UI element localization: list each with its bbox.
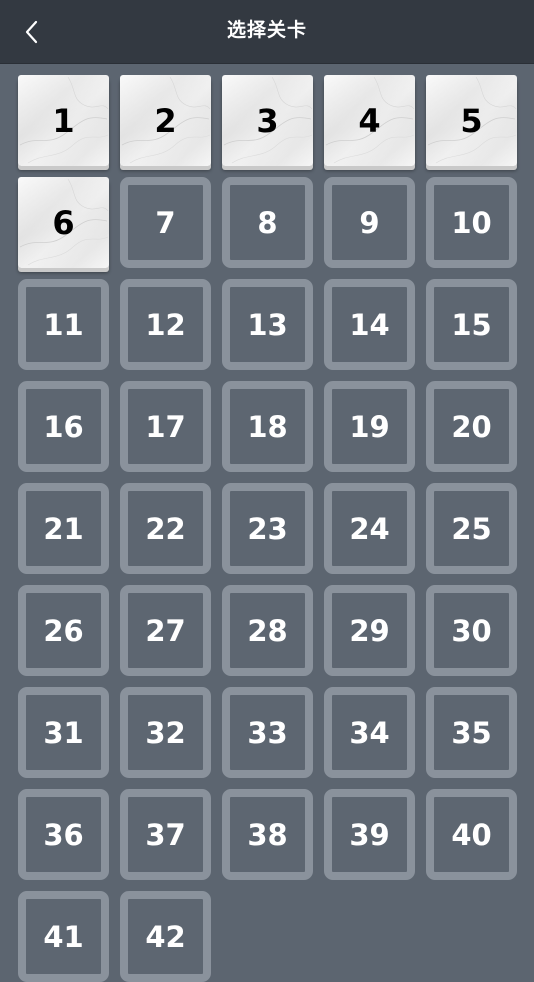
level-tile-locked[interactable]: 17: [120, 381, 211, 472]
level-number: 31: [43, 715, 84, 750]
level-tile-locked[interactable]: 10: [426, 177, 517, 268]
level-number: 1: [52, 101, 75, 140]
level-tile-locked[interactable]: 27: [120, 585, 211, 676]
level-tile-locked[interactable]: 24: [324, 483, 415, 574]
level-number: 36: [43, 817, 84, 852]
level-number: 11: [43, 307, 84, 342]
level-tile-locked[interactable]: 20: [426, 381, 517, 472]
level-tile-locked[interactable]: 21: [18, 483, 109, 574]
level-number: 15: [451, 307, 492, 342]
level-tile-locked[interactable]: 15: [426, 279, 517, 370]
level-tile-locked[interactable]: 22: [120, 483, 211, 574]
level-tile-locked[interactable]: 32: [120, 687, 211, 778]
level-number: 14: [349, 307, 390, 342]
level-number: 33: [247, 715, 288, 750]
level-tile-locked[interactable]: 39: [324, 789, 415, 880]
level-number: 28: [247, 613, 288, 648]
level-number: 40: [451, 817, 492, 852]
level-tile-locked[interactable]: 19: [324, 381, 415, 472]
level-number: 37: [145, 817, 186, 852]
level-number: 18: [247, 409, 288, 444]
level-tile-unlocked[interactable]: 6: [18, 177, 109, 268]
level-tile-locked[interactable]: 23: [222, 483, 313, 574]
level-tile-locked[interactable]: 36: [18, 789, 109, 880]
level-tile-locked[interactable]: 11: [18, 279, 109, 370]
level-number: 32: [145, 715, 186, 750]
level-tile-locked[interactable]: 26: [18, 585, 109, 676]
level-tile-locked[interactable]: 8: [222, 177, 313, 268]
level-number: 41: [43, 919, 84, 954]
level-number: 16: [43, 409, 84, 444]
level-tile-locked[interactable]: 28: [222, 585, 313, 676]
page-title: 选择关卡: [226, 19, 307, 41]
level-number: 4: [358, 101, 381, 140]
level-number: 21: [43, 511, 84, 546]
level-tile-unlocked[interactable]: 1: [18, 75, 109, 166]
level-tile-locked[interactable]: 25: [426, 483, 517, 574]
top-bar: 选择关卡: [0, 0, 534, 64]
level-number: 30: [451, 613, 492, 648]
level-number: 3: [256, 101, 279, 140]
level-tile-locked[interactable]: 35: [426, 687, 517, 778]
level-number: 22: [145, 511, 186, 546]
level-number: 39: [349, 817, 390, 852]
level-tile-locked[interactable]: 42: [120, 891, 211, 982]
level-grid: 1 2 3 4 5 6 7 8 9 10 11 12 13 14 15 16 17 18 19 20 21 22 23 24 2…: [18, 75, 518, 982]
level-tile-unlocked[interactable]: 4: [324, 75, 415, 166]
level-number: 17: [145, 409, 186, 444]
level-number: 23: [247, 511, 288, 546]
level-number: 19: [349, 409, 390, 444]
level-tile-locked[interactable]: 29: [324, 585, 415, 676]
level-number: 12: [145, 307, 186, 342]
level-number: 20: [451, 409, 492, 444]
level-tile-locked[interactable]: 18: [222, 381, 313, 472]
level-tile-locked[interactable]: 7: [120, 177, 211, 268]
level-tile-locked[interactable]: 16: [18, 381, 109, 472]
level-tile-locked[interactable]: 31: [18, 687, 109, 778]
level-number: 10: [451, 205, 492, 240]
level-number: 27: [145, 613, 186, 648]
level-tile-locked[interactable]: 34: [324, 687, 415, 778]
level-number: 6: [52, 203, 75, 242]
level-number: 26: [43, 613, 84, 648]
level-number: 35: [451, 715, 492, 750]
level-tile-locked[interactable]: 33: [222, 687, 313, 778]
level-number: 13: [247, 307, 288, 342]
level-tile-locked[interactable]: 9: [324, 177, 415, 268]
level-tile-locked[interactable]: 12: [120, 279, 211, 370]
level-tile-locked[interactable]: 41: [18, 891, 109, 982]
level-tile-locked[interactable]: 37: [120, 789, 211, 880]
level-tile-locked[interactable]: 38: [222, 789, 313, 880]
level-number: 34: [349, 715, 390, 750]
level-number: 7: [155, 205, 176, 240]
level-tile-unlocked[interactable]: 2: [120, 75, 211, 166]
level-tile-unlocked[interactable]: 5: [426, 75, 517, 166]
level-tile-locked[interactable]: 40: [426, 789, 517, 880]
level-number: 25: [451, 511, 492, 546]
level-number: 5: [460, 101, 483, 140]
level-number: 9: [359, 205, 380, 240]
level-number: 24: [349, 511, 390, 546]
level-tile-locked[interactable]: 14: [324, 279, 415, 370]
level-number: 8: [257, 205, 278, 240]
level-tile-unlocked[interactable]: 3: [222, 75, 313, 166]
level-number: 38: [247, 817, 288, 852]
level-tile-locked[interactable]: 13: [222, 279, 313, 370]
level-number: 42: [145, 919, 186, 954]
level-tile-locked[interactable]: 30: [426, 585, 517, 676]
level-number: 2: [154, 101, 177, 140]
level-number: 29: [349, 613, 390, 648]
